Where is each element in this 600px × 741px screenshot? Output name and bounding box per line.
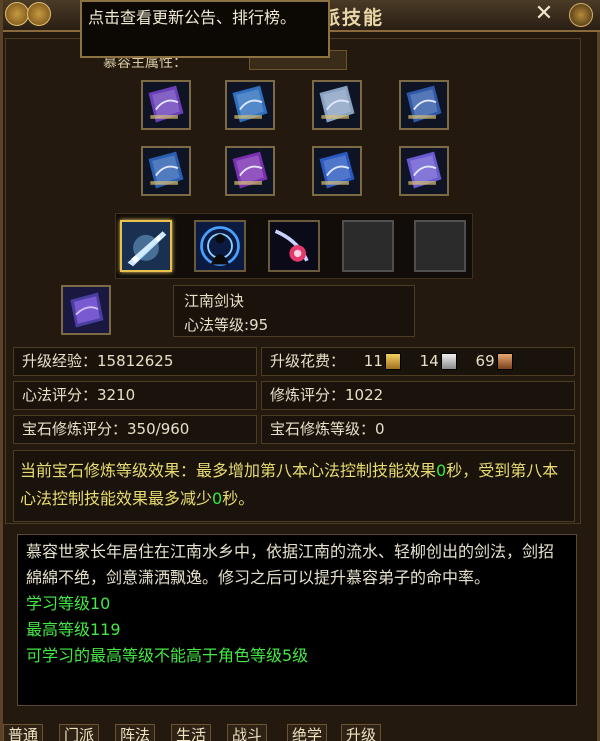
cost-silver-value: 14 bbox=[419, 352, 439, 370]
close-button[interactable]: ✕ bbox=[531, 2, 557, 26]
practice-score-stat: 修炼评分：1022 bbox=[261, 381, 575, 410]
gem-level-value: 0 bbox=[375, 420, 385, 438]
gem-level-label: 宝石修炼等级： bbox=[270, 420, 376, 438]
xinfa-score-label: 心法评分： bbox=[22, 386, 98, 404]
gem-score-value: 350/960 bbox=[127, 420, 190, 438]
silver-ingot-icon bbox=[440, 353, 457, 370]
learn-level: 学习等级10 bbox=[26, 594, 111, 613]
practice-score-label: 修炼评分： bbox=[270, 386, 346, 404]
max-level: 最高等级119 bbox=[26, 620, 121, 639]
gold-ingot-icon bbox=[384, 353, 401, 370]
tab-ultimate[interactable]: 绝学 bbox=[287, 724, 328, 741]
empty-skill-slot[interactable] bbox=[342, 220, 394, 272]
spin-slash-skill-icon[interactable] bbox=[268, 220, 320, 272]
skill-name: 江南剑诀 bbox=[184, 292, 245, 310]
skill-level-label: 心法等级 bbox=[184, 316, 245, 334]
tab-upgrade[interactable]: 升级 bbox=[341, 724, 382, 741]
tab-battle[interactable]: 战斗 bbox=[227, 724, 268, 741]
cost-gold-value: 11 bbox=[363, 352, 383, 370]
gem-score-label: 宝石修炼评分： bbox=[22, 420, 128, 438]
sword-strike-skill-icon[interactable] bbox=[120, 220, 172, 272]
xinfa-score-stat: 心法评分：3210 bbox=[13, 381, 257, 410]
title-ornament-left bbox=[3, 0, 53, 28]
book-7-icon[interactable] bbox=[312, 146, 362, 196]
empty-skill-slot[interactable] bbox=[414, 220, 466, 272]
level-limit-note: 可学习的最高等级不能高于角色等级5级 bbox=[26, 646, 309, 665]
description-text: 慕容世家长年居住在江南水乡中，依据江南的流水、轻柳创出的剑法，剑招綿綿不绝，剑意… bbox=[26, 542, 555, 587]
cost-gold: 11 bbox=[364, 348, 401, 375]
copper-ingot-icon bbox=[496, 353, 513, 370]
tab-formation[interactable]: 阵法 bbox=[115, 724, 156, 741]
gem-effect-text: 当前宝石修炼等级效果：最多增加第八本心法控制技能效果0秒，受到第八本心法控制技能… bbox=[13, 450, 575, 522]
gem-effect-part1: 当前宝石修炼等级效果：最多增加第八本心法控制技能效果 bbox=[20, 461, 437, 480]
title-ornament-right bbox=[559, 0, 600, 28]
book-4-icon[interactable] bbox=[399, 80, 449, 130]
cost-silver: 14 bbox=[420, 348, 457, 375]
upgrade-cost-label: 升级花费： bbox=[270, 352, 346, 370]
book-6-icon[interactable] bbox=[225, 146, 275, 196]
book-5-icon[interactable] bbox=[141, 146, 191, 196]
tab-sect[interactable]: 门派 bbox=[59, 724, 100, 741]
upgrade-cost-stat: 升级花费： 11 14 69 bbox=[261, 347, 575, 376]
bottom-tab-bar: 普通 门派 阵法 生活 战斗 绝学 升级 bbox=[3, 724, 600, 741]
book-2-icon[interactable] bbox=[225, 80, 275, 130]
practice-score-value: 1022 bbox=[345, 386, 384, 404]
gem-score-stat: 宝石修炼评分：350/960 bbox=[13, 415, 257, 444]
upgrade-exp-value: 15812625 bbox=[97, 352, 174, 370]
upgrade-exp-label: 升级经验： bbox=[22, 352, 98, 370]
orb-icon bbox=[569, 3, 593, 27]
book-3-icon[interactable] bbox=[312, 80, 362, 130]
upgrade-exp-stat: 升级经验：15812625 bbox=[13, 347, 257, 376]
selected-book-icon bbox=[61, 285, 111, 335]
skill-window: 派技能 ✕ 慕容主属性： 江南剑诀 心法等级:95 升级经验：15812625 … bbox=[0, 0, 600, 741]
gem-effect-value2: 0 bbox=[212, 489, 223, 508]
coin-icon bbox=[27, 2, 51, 26]
xinfa-score-value: 3210 bbox=[97, 386, 136, 404]
coin-icon bbox=[5, 2, 29, 26]
gem-effect-value1: 0 bbox=[436, 461, 447, 480]
meditation-skill-icon[interactable] bbox=[194, 220, 246, 272]
gem-level-stat: 宝石修炼等级：0 bbox=[261, 415, 575, 444]
skill-description: 慕容世家长年居住在江南水乡中，依据江南的流水、轻柳创出的剑法，剑招綿綿不绝，剑意… bbox=[17, 534, 577, 706]
cost-copper-value: 69 bbox=[475, 352, 495, 370]
window-title: 派技能 bbox=[321, 7, 385, 29]
tab-normal[interactable]: 普通 bbox=[3, 724, 44, 741]
book-1-icon[interactable] bbox=[141, 80, 191, 130]
skill-level-value: :95 bbox=[244, 316, 269, 334]
skill-info-box: 江南剑诀 心法等级:95 bbox=[173, 285, 415, 337]
tab-life[interactable]: 生活 bbox=[171, 724, 212, 741]
cost-copper: 69 bbox=[476, 348, 513, 375]
skill-bar bbox=[115, 213, 473, 279]
skill-level: 心法等级:95 bbox=[184, 314, 268, 335]
tooltip: 点击查看更新公告、排行榜。 bbox=[80, 0, 330, 58]
book-8-icon[interactable] bbox=[399, 146, 449, 196]
gem-effect-part3: 秒。 bbox=[222, 489, 255, 508]
